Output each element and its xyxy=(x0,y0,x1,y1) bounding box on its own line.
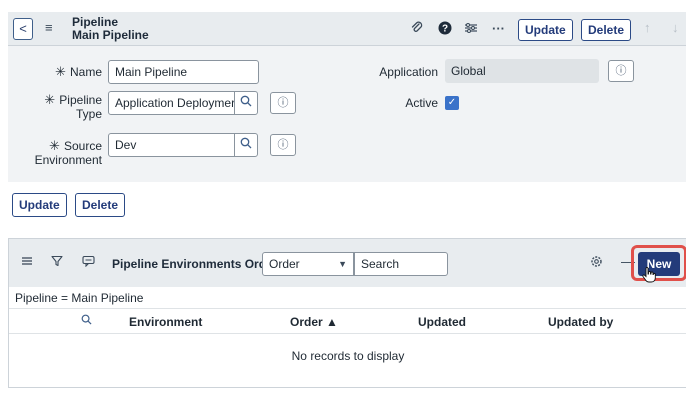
name-field[interactable]: Main Pipeline xyxy=(108,60,259,84)
settings-sliders-icon[interactable] xyxy=(464,21,478,38)
header-delete-button[interactable]: Delete xyxy=(581,19,632,41)
related-list-search-input[interactable]: Search xyxy=(354,252,448,276)
record-form: ✳ Name Main Pipeline ✳ Pipeline Type Appli… xyxy=(8,46,686,182)
search-icon xyxy=(240,95,252,107)
paperclip-icon[interactable] xyxy=(410,21,424,38)
related-list: Pipeline Environments Order Order ▼ Sear… xyxy=(8,238,686,388)
pipeline-type-field[interactable]: Application Deploymer xyxy=(108,91,235,115)
new-button-highlight: New xyxy=(631,245,686,281)
related-list-title: Pipeline Environments Order xyxy=(112,257,278,271)
delete-button[interactable]: Delete xyxy=(75,193,126,217)
required-icon: ✳ xyxy=(49,138,60,153)
source-environment-field[interactable]: Dev xyxy=(108,133,235,157)
required-icon: ✳ xyxy=(55,64,66,79)
svg-text:?: ? xyxy=(442,24,448,35)
search-column-select[interactable]: Order ▼ xyxy=(262,252,354,276)
hand-cursor-icon xyxy=(642,267,656,287)
next-record-icon[interactable]: ↓ xyxy=(672,20,679,35)
context-menu-icon[interactable]: ≡ xyxy=(45,20,53,35)
source-environment-info-button[interactable]: ⓘ xyxy=(270,134,296,156)
required-icon: ✳ xyxy=(44,92,56,107)
search-icon xyxy=(240,137,252,149)
back-button[interactable]: < xyxy=(13,18,33,40)
pipeline-type-lookup-button[interactable] xyxy=(234,91,258,115)
application-info-button[interactable]: ⓘ xyxy=(608,60,634,82)
source-environment-lookup-button[interactable] xyxy=(234,133,258,157)
help-icon[interactable]: ? xyxy=(438,21,452,38)
pipeline-type-label: ✳ Pipeline Type xyxy=(44,92,102,122)
column-header-order[interactable]: Order ▲ xyxy=(290,315,338,329)
source-environment-label: ✳ Source Environment xyxy=(34,138,102,168)
column-header-environment[interactable]: Environment xyxy=(129,315,202,329)
pipeline-type-info-button[interactable]: ⓘ xyxy=(270,92,296,114)
column-search-icon[interactable] xyxy=(81,314,92,328)
breadcrumb[interactable]: Pipeline = Main Pipeline xyxy=(15,291,143,305)
header-title: Pipeline Main Pipeline xyxy=(72,16,149,42)
previous-record-icon[interactable]: ↑ xyxy=(644,20,651,35)
active-label: Active xyxy=(405,96,438,110)
chevron-down-icon: ▼ xyxy=(338,259,347,269)
list-menu-icon[interactable] xyxy=(21,255,33,270)
header-record-name: Main Pipeline xyxy=(72,28,149,42)
application-field: Global xyxy=(445,59,599,83)
active-checkbox[interactable]: ✓ xyxy=(445,96,459,110)
application-label: Application xyxy=(379,65,438,79)
filter-icon[interactable] xyxy=(51,255,63,270)
comment-icon[interactable] xyxy=(82,255,95,270)
more-options-icon[interactable]: ··· xyxy=(492,21,505,36)
table-header: Environment Order ▲ Updated Updated by xyxy=(9,308,686,334)
form-header: < ≡ Pipeline Main Pipeline ? ··· Update … xyxy=(8,12,686,46)
related-list-header: Pipeline Environments Order Order ▼ Sear… xyxy=(9,239,686,287)
column-header-updated-by[interactable]: Updated by xyxy=(548,315,613,329)
update-button[interactable]: Update xyxy=(12,193,67,217)
name-label: ✳ Name xyxy=(55,64,102,80)
empty-message: No records to display xyxy=(291,349,405,363)
header-update-button[interactable]: Update xyxy=(518,19,573,41)
gear-icon[interactable] xyxy=(590,255,603,271)
column-header-updated[interactable]: Updated xyxy=(418,315,466,329)
